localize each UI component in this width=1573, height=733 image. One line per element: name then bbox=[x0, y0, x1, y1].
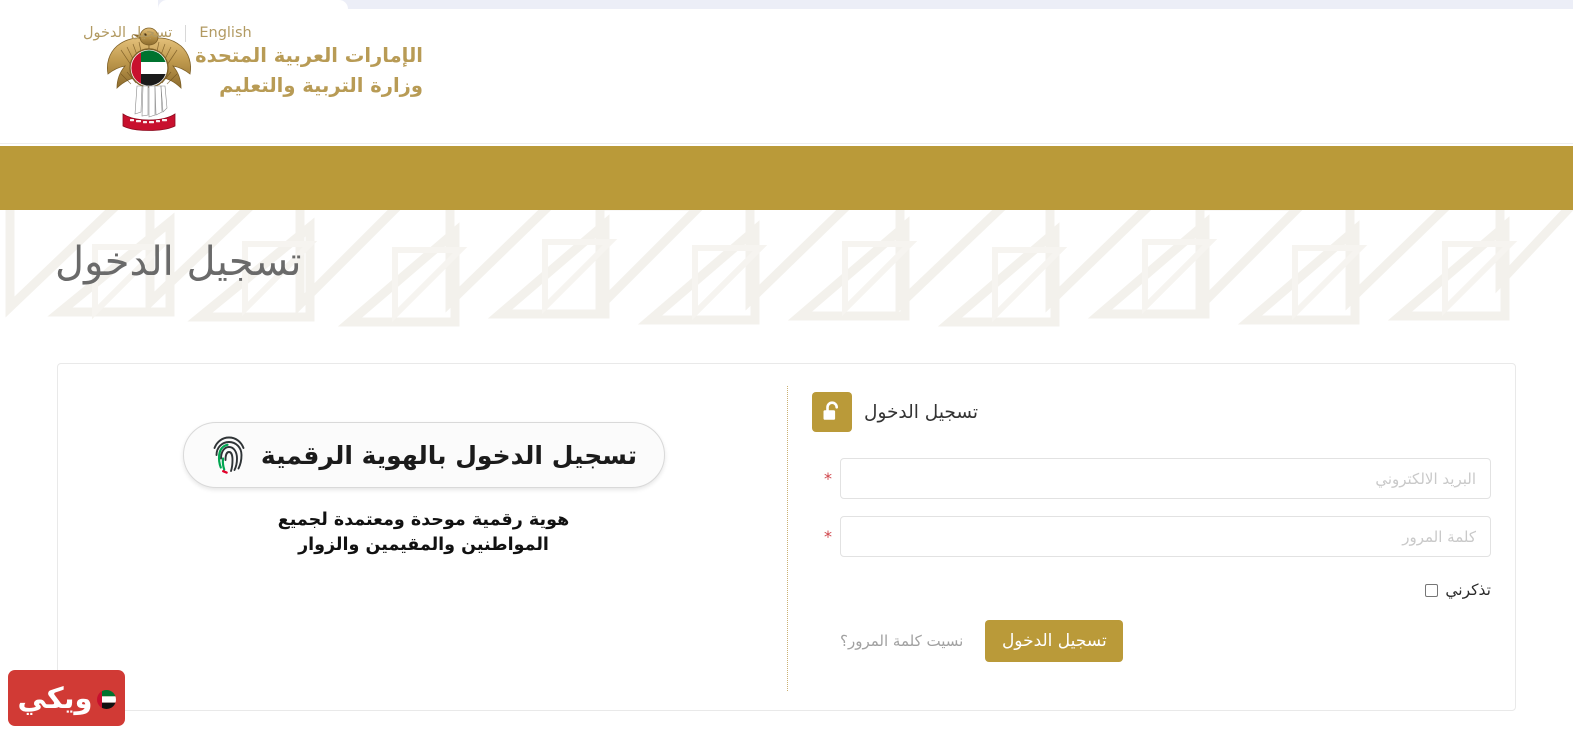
page-title: تسجيل الدخول bbox=[55, 238, 1515, 286]
login-form-column: تسجيل الدخول * * تذكرني تسجيل الدخول نسي… bbox=[788, 364, 1515, 712]
uaepass-fingerprint-icon bbox=[210, 434, 248, 474]
login-submit-button[interactable]: تسجيل الدخول bbox=[985, 620, 1124, 662]
browser-tab-strip bbox=[0, 0, 1573, 9]
uae-flag-icon bbox=[96, 689, 116, 709]
forgot-password-link[interactable]: نسيت كلمة المرور؟ bbox=[840, 632, 963, 650]
brand-line-country: الإمارات العربية المتحدة bbox=[195, 43, 423, 67]
uaepass-subtitle-line2: المواطنين والمقيمين والزوار bbox=[298, 535, 549, 556]
remember-me-label: تذكرني bbox=[1445, 581, 1491, 599]
login-form-heading: تسجيل الدخول bbox=[864, 401, 978, 423]
email-required-marker: * bbox=[824, 468, 832, 488]
remember-me-checkbox[interactable] bbox=[1425, 583, 1439, 597]
site-header: الإمارات العربية المتحدة وزارة التربية و… bbox=[0, 9, 1573, 144]
password-field[interactable] bbox=[840, 516, 1491, 557]
form-actions-row: تسجيل الدخول نسيت كلمة المرور؟ bbox=[840, 620, 1491, 662]
gold-accent-band bbox=[0, 146, 1573, 210]
wiki-watermark-label: ويكي bbox=[17, 680, 93, 715]
login-card: تسجيل الدخول * * تذكرني تسجيل الدخول نسي… bbox=[57, 363, 1516, 711]
wiki-watermark-badge: ويكي bbox=[8, 670, 125, 726]
password-required-marker: * bbox=[824, 526, 832, 546]
email-field[interactable] bbox=[840, 458, 1491, 499]
login-page: الإمارات العربية المتحدة وزارة التربية و… bbox=[0, 0, 1573, 733]
browser-tab[interactable] bbox=[158, 0, 348, 9]
page-title-text: تسجيل الدخول bbox=[55, 239, 302, 285]
email-field-wrapper: * bbox=[812, 458, 1491, 499]
uaepass-subtitle: هوية رقمية موحدة ومعتمدة لجميع المواطنين… bbox=[278, 508, 569, 559]
uaepass-login-button[interactable]: تسجيل الدخول بالهوية الرقمية bbox=[182, 422, 665, 488]
brand-text: الإمارات العربية المتحدة وزارة التربية و… bbox=[195, 44, 423, 113]
remember-me-row: تذكرني bbox=[840, 581, 1491, 599]
unlock-icon bbox=[812, 392, 852, 432]
uaepass-column: تسجيل الدخول بالهوية الرقمية هوية رقمية … bbox=[58, 364, 789, 712]
top-utility-nav: English تسجيل الدخول bbox=[70, 23, 265, 43]
password-field-wrapper: * bbox=[812, 516, 1491, 557]
nav-login-link[interactable]: تسجيل الدخول bbox=[70, 23, 185, 43]
uaepass-subtitle-line1: هوية رقمية موحدة ومعتمدة لجميع bbox=[277, 510, 570, 530]
brand-line-ministry: وزارة التربية والتعليم bbox=[219, 74, 423, 97]
login-form-header: تسجيل الدخول bbox=[812, 392, 1491, 432]
browser-strip-left-fill bbox=[0, 0, 158, 9]
nav-divider bbox=[185, 24, 187, 42]
uaepass-button-label: تسجيل الدخول بالهوية الرقمية bbox=[260, 440, 638, 470]
nav-language-link[interactable]: English bbox=[186, 23, 264, 43]
